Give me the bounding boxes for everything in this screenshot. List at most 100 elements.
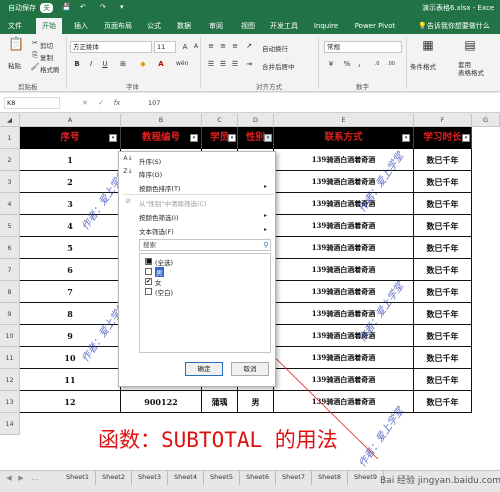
alignment-group-label: 对齐方式 — [256, 83, 282, 91]
format-painter-icon[interactable]: 🖌 — [30, 62, 40, 72]
sheet-tab[interactable]: Sheet6 — [240, 471, 276, 485]
tab-developer[interactable]: 开发工具 — [266, 18, 302, 34]
format-as-table-icon[interactable]: ▤ — [462, 39, 478, 56]
menu-item-sort-by-color[interactable]: 按颜色排序(T) — [139, 183, 181, 193]
italic-button[interactable]: I — [86, 59, 96, 69]
font-color-icon[interactable]: A — [156, 59, 166, 69]
enter-entry-icon[interactable]: ✓ — [96, 98, 106, 108]
clear-filter-icon: ⊘ — [125, 197, 131, 205]
checkbox-female[interactable]: ✔ — [145, 278, 152, 285]
save-icon[interactable]: 💾 — [62, 3, 71, 11]
checkbox-blank[interactable] — [145, 288, 152, 295]
increase-font-icon[interactable]: A — [180, 42, 190, 52]
percent-button[interactable]: % — [342, 59, 352, 69]
menu-item-clear-filter[interactable]: 从"性别"中清除筛选(C) — [139, 198, 207, 208]
checkbox-male[interactable] — [145, 268, 152, 275]
sheet-tab[interactable]: Sheet5 — [204, 471, 240, 485]
lightbulb-icon: 💡 — [418, 22, 427, 30]
redo-icon[interactable]: ↷ — [100, 3, 106, 11]
conditional-format-icon[interactable]: ▦ — [420, 39, 436, 56]
tab-home[interactable]: 开始 — [36, 18, 62, 34]
phonetic-icon[interactable]: wén — [176, 59, 188, 69]
divider — [66, 37, 67, 89]
sheet-tab[interactable]: Sheet4 — [168, 471, 204, 485]
format-painter-label[interactable]: 格式刷 — [40, 64, 60, 74]
customize-qat-icon[interactable]: ▾ — [120, 3, 124, 11]
align-center-icon[interactable]: ☰ — [218, 59, 228, 69]
sort-ascending-icon: A↓ — [123, 155, 133, 162]
fill-color-icon[interactable]: ◆ — [138, 59, 148, 69]
format-as-table-button[interactable]: 套用 表格格式 — [458, 61, 484, 77]
copy-icon[interactable]: ⎘ — [30, 50, 40, 60]
cut-label[interactable]: 剪切 — [40, 40, 53, 50]
tab-page-layout[interactable]: 页面布局 — [100, 18, 136, 34]
borders-icon[interactable]: ⊞ — [118, 59, 128, 69]
decrease-decimal-icon[interactable]: .00 — [386, 59, 396, 69]
filter-value-label: 女 — [155, 279, 162, 287]
divider — [200, 37, 201, 89]
sheet-tab[interactable]: Sheet1 — [60, 471, 96, 485]
tab-view[interactable]: 视图 — [236, 18, 260, 34]
more-sheets-icon[interactable]: … — [30, 473, 40, 483]
sheet-tab[interactable]: Sheet2 — [96, 471, 132, 485]
cancel-button[interactable]: 取消 — [231, 362, 269, 376]
font-name-select[interactable]: 方正姚体 — [70, 41, 152, 53]
tab-file[interactable]: 文件 — [2, 18, 28, 34]
tab-review[interactable]: 审阅 — [204, 18, 228, 34]
tab-data[interactable]: 数据 — [172, 18, 196, 34]
submenu-arrow-icon: ▸ — [263, 183, 267, 190]
bold-button[interactable]: B — [72, 59, 82, 69]
filter-search-input[interactable]: 搜索 — [139, 239, 271, 251]
tab-power-pivot[interactable]: Power Pivot — [352, 18, 398, 34]
tab-formulas[interactable]: 公式 — [142, 18, 166, 34]
undo-icon[interactable]: ↶ — [80, 3, 86, 11]
ok-button[interactable]: 确定 — [185, 362, 223, 376]
menu-item-text-filters[interactable]: 文本筛选(F) — [139, 226, 174, 236]
conditional-format-button[interactable]: 条件格式 — [410, 61, 436, 71]
sheet-tab[interactable]: Sheet9 — [348, 471, 384, 485]
checkbox-select-all[interactable]: ■ — [145, 258, 152, 265]
tab-insert[interactable]: 插入 — [68, 18, 94, 34]
sheet-tab[interactable]: Sheet3 — [132, 471, 168, 485]
tab-inquire[interactable]: Inquire — [310, 18, 342, 34]
align-left-icon[interactable]: ☰ — [206, 59, 216, 69]
cancel-entry-icon[interactable]: ✕ — [80, 98, 90, 108]
wrap-text-button[interactable]: 自动换行 — [262, 43, 288, 53]
filter-value-label: (空白) — [155, 289, 174, 297]
ribbon-home: 📋 粘贴 ✂ 剪切 ⎘ 复制 🖌 格式刷 剪贴板 方正姚体 11 A A B I… — [0, 34, 500, 92]
underline-button[interactable]: U — [100, 59, 110, 69]
filter-value-list[interactable]: ■ (全选) 男 ✔ 女 (空白) — [139, 253, 271, 353]
font-size-select[interactable]: 11 — [154, 41, 176, 53]
clipboard-group-label: 剪贴板 — [18, 83, 38, 91]
autosave-toggle[interactable]: 关 — [40, 3, 53, 13]
insert-function-button[interactable]: fx — [112, 98, 122, 108]
name-box[interactable]: K8 — [4, 97, 60, 109]
formula-input[interactable]: 107 — [148, 99, 160, 107]
scroll-left-icon[interactable]: ◀ — [4, 473, 14, 483]
copy-label[interactable]: 复制 — [40, 52, 53, 62]
increase-decimal-icon[interactable]: .0 — [372, 59, 382, 69]
align-bottom-icon[interactable]: ≡ — [230, 41, 240, 51]
scroll-right-icon[interactable]: ▶ — [16, 473, 26, 483]
menu-item-sort-descending[interactable]: 降序(O) — [139, 169, 162, 179]
comma-style-button[interactable]: ， — [356, 59, 366, 69]
align-right-icon[interactable]: ☰ — [230, 59, 240, 69]
ribbon-tabs: 文件 开始 插入 页面布局 公式 数据 审阅 视图 开发工具 Inquire P… — [0, 18, 500, 34]
sort-descending-icon: Z↓ — [123, 168, 133, 175]
number-format-select[interactable]: 常规 — [324, 41, 402, 53]
tell-me-box[interactable]: 💡告诉我你想要做什么 — [410, 18, 498, 34]
paste-icon[interactable]: 📋 — [8, 38, 24, 56]
align-top-icon[interactable]: ≡ — [206, 41, 216, 51]
baidu-watermark: Bai 经验 jingyan.baidu.com — [380, 476, 500, 486]
currency-icon[interactable]: ¥ — [326, 59, 336, 69]
indent-icon[interactable]: ⇥ — [244, 59, 254, 69]
menu-item-sort-ascending[interactable]: 升序(S) — [139, 156, 161, 166]
menu-item-filter-by-color[interactable]: 按颜色筛选(I) — [139, 212, 179, 222]
sheet-tab[interactable]: Sheet8 — [312, 471, 348, 485]
cut-icon[interactable]: ✂ — [30, 38, 40, 48]
sheet-tab[interactable]: Sheet7 — [276, 471, 312, 485]
paste-button-label[interactable]: 粘贴 — [8, 60, 21, 70]
merge-center-button[interactable]: 合并后居中 — [262, 61, 295, 71]
align-middle-icon[interactable]: ≡ — [218, 41, 228, 51]
orientation-icon[interactable]: ↗ — [244, 41, 254, 51]
